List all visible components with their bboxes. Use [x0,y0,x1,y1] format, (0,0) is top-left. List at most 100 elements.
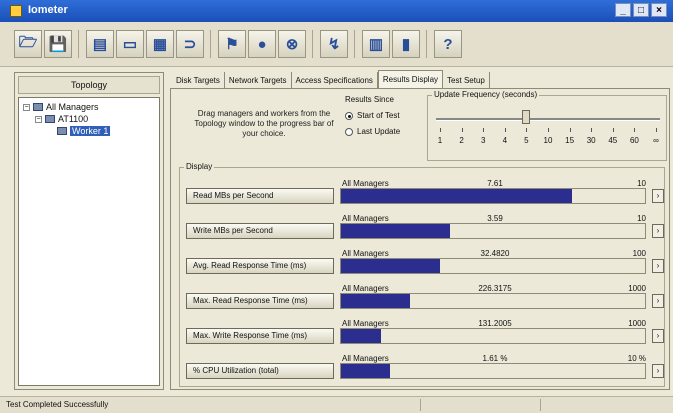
progress-bar[interactable] [340,188,646,204]
radio-label: Start of Test [357,111,400,120]
metric-select-button[interactable]: % CPU Utilization (total) [186,363,334,379]
open-config-button[interactable]: 🗁 [14,30,42,58]
tree-node-label: Worker 1 [70,126,111,136]
stop-icon: ● [257,35,267,53]
slider-tick [440,128,441,132]
save-icon: 💾 [48,36,68,53]
about-button[interactable]: ? [434,30,462,58]
start-tests-button[interactable]: ⚑ [218,30,246,58]
chevron-right-icon: › [656,366,660,375]
network-worker-icon: ▭ [122,36,138,53]
new-network-worker-button[interactable]: ▭ [116,30,144,58]
metric-value: 131.2005 [478,319,512,328]
slider-tick [504,128,506,132]
stop-test-button[interactable]: ● [248,30,276,58]
update-frequency-slider[interactable] [436,118,660,121]
status-bar: Test Completed Successfully [0,396,673,413]
stop-all-icon: ⊗ [285,36,299,53]
results-since-group: Results Since Start of Test Last Update [341,95,421,147]
tab-disk-targets[interactable]: Disk Targets [172,72,225,88]
metric-target-label: All Managers [342,354,389,363]
slider-tick-label: 5 [524,136,529,145]
chevron-right-icon: › [656,261,660,270]
link-icon: ⊃ [183,36,197,53]
app-icon [10,5,22,17]
progress-bar[interactable] [340,328,646,344]
tree-node-all-managers[interactable]: − All Managers [23,102,99,112]
progress-bar[interactable] [340,258,646,274]
tab-network-targets[interactable]: Network Targets [225,72,292,88]
metric-select-button[interactable]: Read MBs per Second [186,188,334,204]
metric-value: 226.3175 [478,284,512,293]
chevron-right-icon: › [656,296,660,305]
chevron-right-icon: › [656,331,660,340]
metric-value: 32.4820 [480,249,510,258]
broom-icon: ↯ [327,36,341,53]
scale-arrow-button[interactable]: › [652,259,664,273]
metric-value: 3.59 [487,214,503,223]
tree-node-label: AT1100 [58,114,89,124]
toolbar-separator [312,30,313,58]
metric-target-label: All Managers [342,249,389,258]
duplicate-worker-button[interactable]: ▦ [146,30,174,58]
tab-access-specifications[interactable]: Access Specifications [292,72,378,88]
radio-last-update[interactable]: Last Update [345,127,400,136]
chevron-right-icon: › [656,226,660,235]
tab-test-setup[interactable]: Test Setup [443,72,490,88]
new-disk-worker-button[interactable]: ▤ [86,30,114,58]
scale-arrow-button[interactable]: › [652,364,664,378]
main-panel: Disk Targets Network Targets Access Spec… [170,70,670,390]
results-since-label: Results Since [345,95,394,104]
disconnect-button[interactable]: ⊃ [176,30,204,58]
scale-arrow-button[interactable]: › [652,224,664,238]
tree-node-worker[interactable]: Worker 1 [57,126,111,136]
tab-results-display[interactable]: Results Display [377,70,444,88]
start-manager-button[interactable]: ▥ [362,30,390,58]
manager-icon: ▥ [368,36,384,53]
maximize-button[interactable]: □ [633,3,649,17]
toolbar: 🗁 💾 ▤ ▭ ▦ ⊃ ⚑ ● ⊗ ↯ ▥ ▮? [0,22,673,67]
topology-panel: Topology − All Managers − AT1100 Worker … [14,72,164,390]
tree-node-manager[interactable]: − AT1100 [35,114,88,124]
slider-tick-label: 1 [437,136,443,145]
disk-worker-icon: ▤ [92,36,108,53]
scale-arrow-button[interactable]: › [652,294,664,308]
metric-max: 10 [637,214,646,223]
collapse-icon[interactable]: − [23,103,30,111]
save-config-button[interactable]: 💾 [44,30,72,58]
status-text: Test Completed Successfully [6,400,109,409]
reset-workers-button[interactable]: ↯ [320,30,348,58]
drag-instructions: Drag managers and workers from the Topol… [194,109,334,138]
metric-row: % CPU Utilization (total) All Managers 1.6… [180,351,666,385]
progress-bar[interactable] [340,363,646,379]
progress-bar-fill [341,364,390,378]
radio-start-of-test[interactable]: Start of Test [345,111,400,120]
progress-bar[interactable] [340,293,646,309]
metric-row: Read MBs per Second All Managers 7.61 10 › [180,176,666,210]
metric-select-button[interactable]: Write MBs per Second [186,223,334,239]
topology-header: Topology [18,76,160,94]
progress-bar[interactable] [340,223,646,239]
radio-label: Last Update [357,127,401,136]
collapse-icon[interactable]: − [35,115,42,123]
metric-select-button[interactable]: Avg. Read Response Time (ms) [186,258,334,274]
metric-select-button[interactable]: Max. Read Response Time (ms) [186,293,334,309]
tree-node-label: All Managers [46,102,99,112]
toolbar-separator [354,30,355,58]
slider-thumb[interactable] [522,110,531,124]
radio-icon[interactable] [345,127,353,136]
metric-row: Write MBs per Second All Managers 3.59 10 › [180,211,666,245]
close-button[interactable]: × [651,3,667,17]
radio-icon[interactable] [345,111,353,120]
stop-all-button[interactable]: ⊗ [278,30,306,58]
scale-arrow-button[interactable]: › [652,189,664,203]
chevron-right-icon: › [656,191,660,200]
window-title: Iometer [28,4,68,16]
metric-select-button[interactable]: Max. Write Response Time (ms) [186,328,334,344]
metric-value: 7.61 [487,179,503,188]
metric-max: 10 % [627,354,646,363]
minimize-button[interactable]: _ [615,3,631,17]
exit-button[interactable]: ▮ [392,30,420,58]
scale-arrow-button[interactable]: › [652,329,664,343]
slider-tick-label: 45 [608,136,618,145]
